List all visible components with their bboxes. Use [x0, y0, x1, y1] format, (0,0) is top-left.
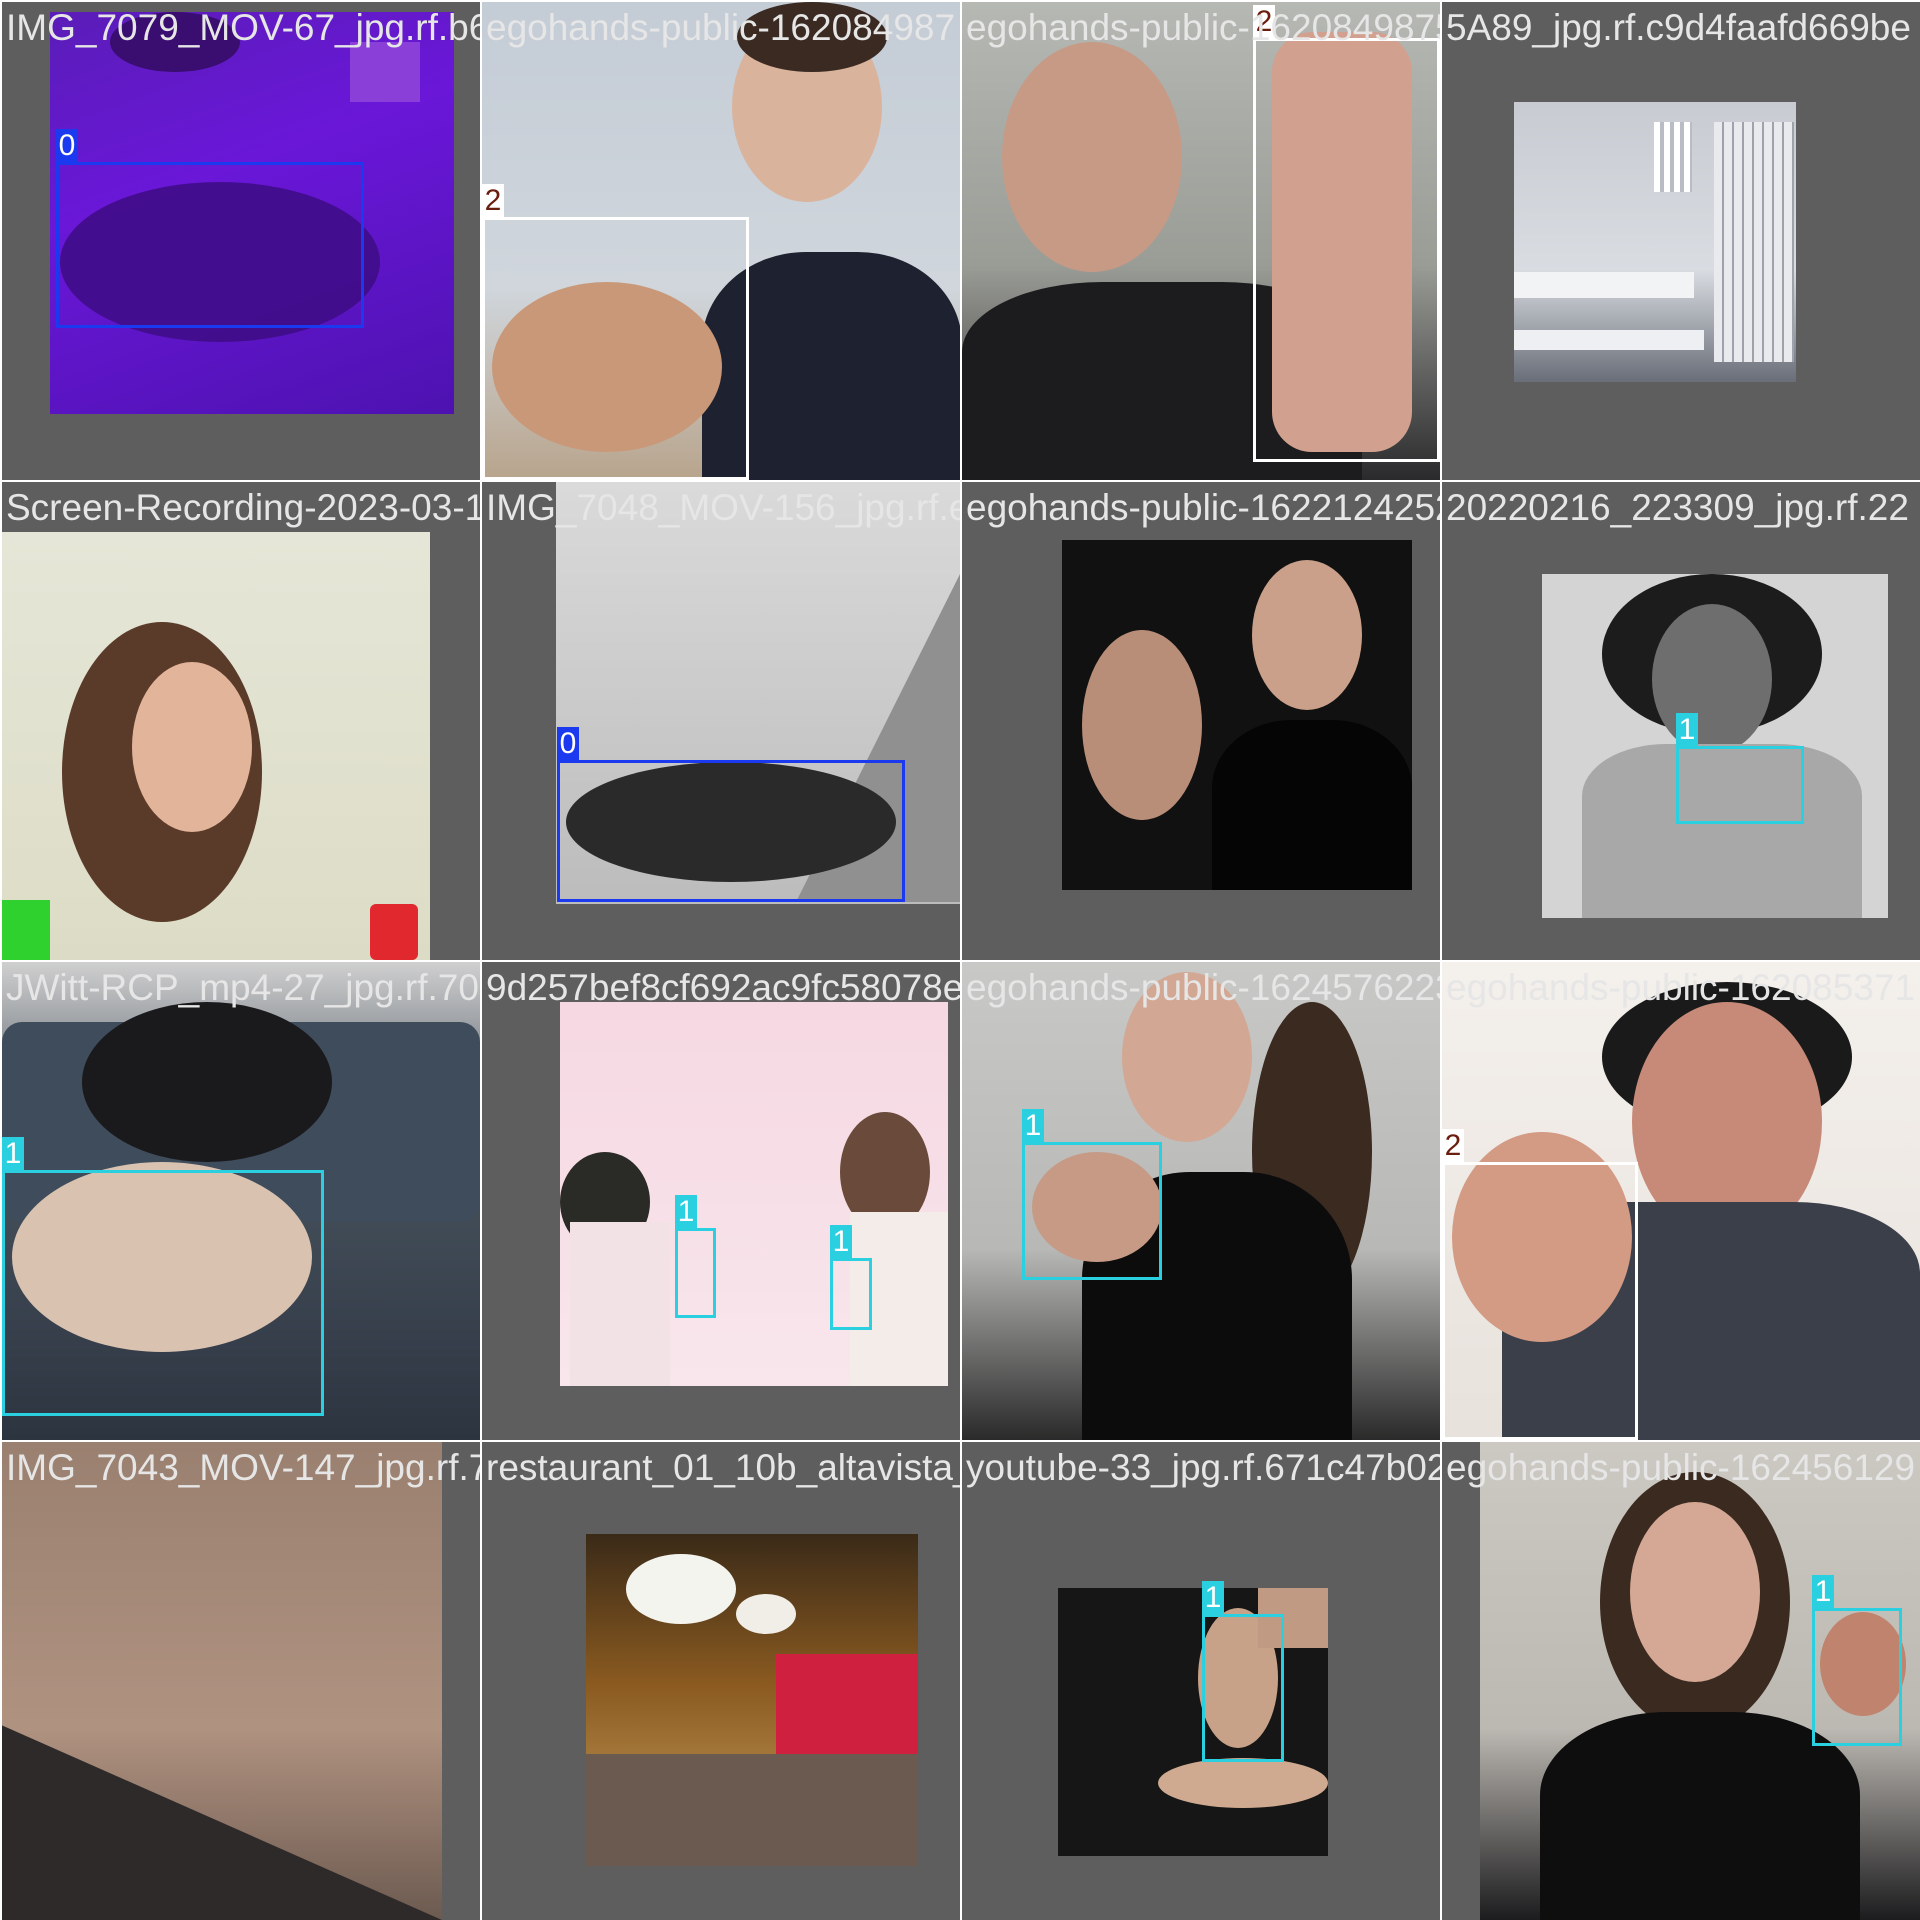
image-tile: IMG_7079_MOV-67_jpg.rf.b64ef009a7a010ef6…: [2, 2, 480, 480]
image-tile: egohands-public-162084987 2: [482, 2, 960, 480]
class-label: 1: [1676, 713, 1698, 746]
image-tile: 9d257bef8cf692ac9fc58078e17366a9b4d7c398…: [482, 962, 960, 1440]
image-tile: restaurant_01_10b_altavista_jpg.rf.9e31: [482, 1442, 960, 1920]
bounding-box: 1: [675, 1195, 716, 1318]
image-tile: IMG_7048_MOV-156_jpg.rf.e 0: [482, 482, 960, 960]
image-filename: egohands-public-1622124252: [966, 487, 1440, 528]
image-tile: egohands-public-1620849875 2: [962, 2, 1440, 480]
photo-ceiling-corner: [2, 1442, 442, 1920]
image-tile: 5A89_jpg.rf.c9d4faafd669be: [1442, 2, 1920, 480]
image-filename: youtube-33_jpg.rf.671c47b024704905e88ef8: [966, 1447, 1440, 1488]
bounding-box: 1: [1676, 713, 1804, 824]
image-tile: egohands-public-16245762236 1: [962, 962, 1440, 1440]
detection-mosaic: IMG_7079_MOV-67_jpg.rf.b64ef009a7a010ef6…: [0, 0, 1920, 1920]
class-label: 0: [56, 129, 78, 162]
class-label: 1: [1812, 1575, 1834, 1608]
photo-woman-dark: [1062, 540, 1412, 890]
photo-fist-black-bg: [1058, 1588, 1328, 1856]
image-tile: Screen-Recording-2023-03-11at-9_48_18-PV…: [2, 482, 480, 960]
bounding-box: 1: [2, 1137, 324, 1416]
class-label: 1: [1022, 1109, 1044, 1142]
photo-smiling-woman: [2, 532, 430, 960]
bounding-box: 1: [1202, 1581, 1284, 1762]
image-tile: 20220216_223309_jpg.rf.22 1: [1442, 482, 1920, 960]
photo-restaurant: [586, 1534, 918, 1866]
photo-two-people-pink: [560, 1002, 948, 1386]
class-label: 1: [1202, 1581, 1224, 1614]
class-label: 2: [1253, 5, 1275, 38]
image-filename: 20220216_223309_jpg.rf.22: [1446, 487, 1909, 528]
image-tile: IMG_7043_MOV-147_jpg.rf.72e6a1a601e1109b…: [2, 1442, 480, 1920]
bounding-box: 2: [1442, 1129, 1638, 1440]
bounding-box: 0: [56, 129, 364, 328]
class-label: 1: [830, 1225, 852, 1258]
bounding-box: 2: [482, 184, 749, 480]
image-tile: egohands-public-162085371 2: [1442, 962, 1920, 1440]
bounding-box: 1: [1022, 1109, 1162, 1280]
image-tile: egohands-public-1622124252: [962, 482, 1440, 960]
image-tile: JWitt-RCP_mp4-27_jpg.rf.709d257be8cf692a…: [2, 962, 480, 1440]
image-tile: egohands-public-162456129 1: [1442, 1442, 1920, 1920]
bounding-box: 2: [1253, 5, 1440, 462]
class-label: 1: [2, 1137, 24, 1170]
bounding-box: 0: [557, 727, 905, 902]
bounding-box: 1: [1812, 1575, 1902, 1746]
photo-prison-cell: [1514, 102, 1796, 382]
class-label: 2: [482, 184, 504, 217]
image-filename: restaurant_01_10b_altavista_jpg.rf.9e31: [486, 1447, 960, 1488]
image-filename: 5A89_jpg.rf.c9d4faafd669be: [1446, 7, 1911, 48]
image-tile: youtube-33_jpg.rf.671c47b024704905e88ef8…: [962, 1442, 1440, 1920]
class-label: 2: [1442, 1129, 1464, 1162]
class-label: 0: [557, 727, 579, 760]
bounding-box: 1: [830, 1225, 872, 1330]
class-label: 1: [675, 1195, 697, 1228]
image-filename: Screen-Recording-2023-03-11at-9_48_18-PV…: [6, 487, 480, 528]
